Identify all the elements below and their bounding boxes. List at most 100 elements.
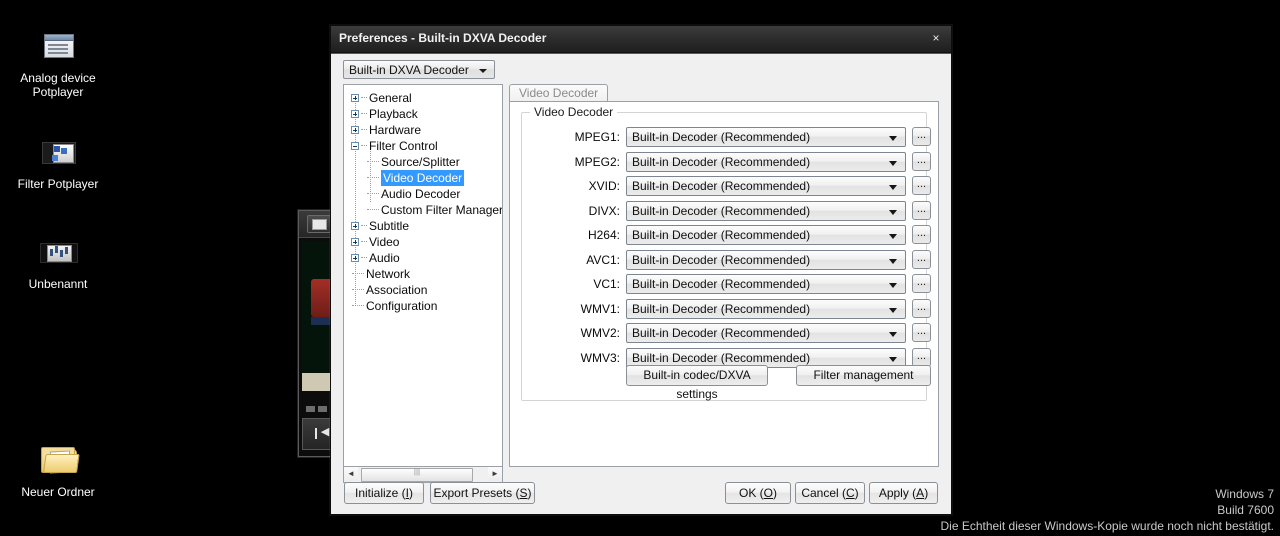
decoder-combobox-value: Built-in Decoder (Recommended)	[632, 351, 810, 365]
apply-accesskey: A	[916, 486, 924, 500]
tree-item-audio-decoder[interactable]: Audio Decoder	[344, 186, 502, 202]
tab-page-video-decoder: Video Decoder MPEG1: Built-in Decoder (Re…	[509, 101, 939, 467]
paren: )	[528, 486, 532, 500]
profile-combobox-value: Built-in DXVA Decoder	[349, 63, 469, 77]
decoder-browse-button[interactable]: ...	[912, 225, 931, 244]
decoder-browse-button[interactable]: ...	[912, 152, 931, 171]
decoder-browse-button[interactable]: ...	[912, 250, 931, 269]
filter-management-button[interactable]: Filter management	[796, 365, 931, 386]
profile-combobox[interactable]: Built-in DXVA Decoder	[343, 60, 495, 79]
builtin-codec-dxva-settings-button[interactable]: Built-in codec/DXVA settings	[626, 365, 768, 386]
scroll-right-icon[interactable]: ►	[488, 467, 502, 481]
tree-item-audio[interactable]: Audio	[344, 250, 502, 266]
decoder-browse-button[interactable]: ...	[912, 201, 931, 220]
tree-item-configuration[interactable]: Configuration	[344, 298, 502, 314]
tree-item-filter-control[interactable]: Filter Control	[344, 138, 502, 154]
decoder-combobox[interactable]: Built-in Decoder (Recommended)	[626, 201, 906, 221]
dialog-body: Built-in DXVA Decoder GeneralPlaybackHar…	[331, 53, 951, 514]
decoder-combobox[interactable]: Built-in Decoder (Recommended)	[626, 323, 906, 343]
settings-tree[interactable]: GeneralPlaybackHardwareFilter ControlSou…	[343, 84, 503, 467]
decoder-row: AVC1:Built-in Decoder (Recommended)...	[522, 250, 926, 270]
decoder-browse-button[interactable]: ...	[912, 323, 931, 342]
expand-icon[interactable]	[351, 126, 359, 134]
decoder-label: AVC1:	[552, 253, 620, 267]
tree-item-subtitle[interactable]: Subtitle	[344, 218, 502, 234]
tree-connector	[367, 193, 379, 194]
decoder-combobox[interactable]: Built-in Decoder (Recommended)	[626, 274, 906, 294]
chevron-down-icon	[889, 234, 897, 239]
decoder-row: MPEG2:Built-in Decoder (Recommended)...	[522, 152, 926, 172]
expand-icon[interactable]	[351, 222, 359, 230]
tree-connector	[352, 305, 364, 306]
decoder-combobox-value: Built-in Decoder (Recommended)	[632, 204, 810, 218]
preferences-dialog: Preferences - Built-in DXVA Decoder × Bu…	[330, 25, 952, 515]
decoder-combobox[interactable]: Built-in Decoder (Recommended)	[626, 299, 906, 319]
dialog-titlebar[interactable]: Preferences - Built-in DXVA Decoder ×	[331, 26, 951, 53]
decoder-browse-button[interactable]: ...	[912, 348, 931, 367]
expand-icon[interactable]	[351, 94, 359, 102]
paren: )	[409, 486, 413, 500]
decoder-browse-button[interactable]: ...	[912, 176, 931, 195]
scrollbar-thumb[interactable]	[361, 468, 473, 482]
tree-item-network[interactable]: Network	[344, 266, 502, 282]
tree-item-association[interactable]: Association	[344, 282, 502, 298]
expand-icon[interactable]	[351, 110, 359, 118]
decoder-browse-button[interactable]: ...	[912, 299, 931, 318]
collapse-icon[interactable]	[351, 142, 359, 150]
tree-item-general[interactable]: General	[344, 90, 502, 106]
decoder-combobox[interactable]: Built-in Decoder (Recommended)	[626, 127, 906, 147]
tree-item-label: Association	[366, 282, 427, 298]
expand-icon[interactable]	[351, 238, 359, 246]
close-icon[interactable]: ×	[925, 28, 947, 48]
desktop-icon-analog-device-potplayer[interactable]: Analog devicePotplayer	[6, 26, 110, 99]
tree-item-source-splitter[interactable]: Source/Splitter	[344, 154, 502, 170]
ok-accesskey: O	[764, 486, 773, 500]
watermark-line-2: Build 7600	[940, 502, 1274, 518]
watermark-line-3: Die Echtheit dieser Windows-Kopie wurde …	[940, 518, 1274, 534]
groupbox-button-row: Built-in codec/DXVA settings Filter mana…	[522, 365, 926, 387]
chevron-down-icon	[889, 136, 897, 141]
tree-item-hardware[interactable]: Hardware	[344, 122, 502, 138]
tree-item-label: Configuration	[366, 298, 437, 314]
tree-item-label: Audio	[369, 250, 400, 266]
export-presets-button[interactable]: Export Presets (S)	[430, 482, 535, 504]
decoder-label: H264:	[552, 228, 620, 242]
decoder-combobox[interactable]: Built-in Decoder (Recommended)	[626, 250, 906, 270]
tree-connector	[361, 225, 367, 226]
groupbox-legend: Video Decoder	[530, 105, 617, 119]
tree-item-custom-filter-manager[interactable]: Custom Filter Manager	[344, 202, 502, 218]
decoder-combobox[interactable]: Built-in Decoder (Recommended)	[626, 176, 906, 196]
decoder-label: DIVX:	[552, 204, 620, 218]
chevron-down-icon	[889, 308, 897, 313]
decoder-browse-button[interactable]: ...	[912, 127, 931, 146]
decoder-browse-button[interactable]: ...	[912, 274, 931, 293]
cancel-button-label: Cancel (	[801, 486, 846, 500]
settings-tree-hscrollbar[interactable]: ◄ ►	[343, 467, 503, 483]
tree-connector	[352, 273, 364, 274]
watermark-line-1: Windows 7	[940, 486, 1274, 502]
paren: )	[924, 486, 928, 500]
expand-icon[interactable]	[351, 254, 359, 262]
tree-item-video[interactable]: Video	[344, 234, 502, 250]
scroll-left-icon[interactable]: ◄	[344, 467, 358, 481]
desktop-icon-unbenannt[interactable]: Unbenannt	[6, 232, 110, 291]
decoder-row: WMV2:Built-in Decoder (Recommended)...	[522, 323, 926, 343]
potplayer-window-icon[interactable]	[307, 215, 331, 233]
tree-item-playback[interactable]: Playback	[344, 106, 502, 122]
decoder-combobox[interactable]: Built-in Decoder (Recommended)	[626, 152, 906, 172]
ok-button[interactable]: OK (O)	[725, 482, 791, 504]
video-decoder-groupbox: Video Decoder MPEG1:Built-in Decoder (Re…	[521, 112, 927, 401]
apply-button[interactable]: Apply (A)	[869, 482, 938, 504]
desktop-icon-neuer-ordner[interactable]: Neuer Ordner	[6, 440, 110, 499]
tree-item-video-decoder[interactable]: Video Decoder	[344, 170, 502, 186]
decoder-label: MPEG1:	[552, 130, 620, 144]
desktop-icon-filter-potplayer[interactable]: Filter Potplayer	[6, 132, 110, 191]
decoder-combobox-value: Built-in Decoder (Recommended)	[632, 130, 810, 144]
decoder-row: VC1:Built-in Decoder (Recommended)...	[522, 274, 926, 294]
decoder-combobox[interactable]: Built-in Decoder (Recommended)	[626, 225, 906, 245]
decoder-row: MPEG1:Built-in Decoder (Recommended)...	[522, 127, 926, 147]
initialize-button[interactable]: Initialize (I)	[344, 482, 424, 504]
cancel-button[interactable]: Cancel (C)	[795, 482, 865, 504]
ok-button-label: OK (	[739, 486, 764, 500]
desktop-icon-label: Unbenannt	[6, 277, 110, 291]
